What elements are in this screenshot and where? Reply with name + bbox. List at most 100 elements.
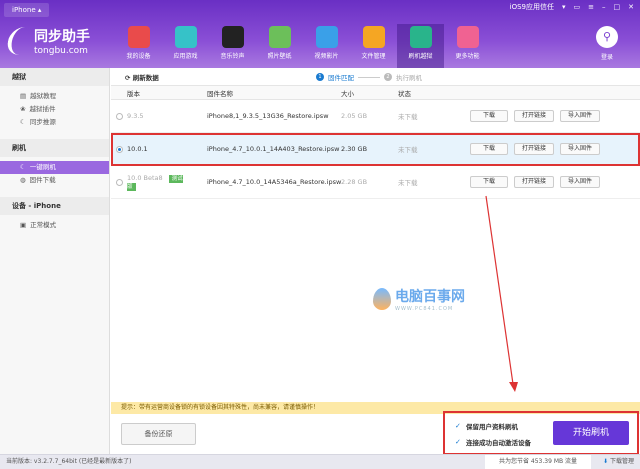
download-button[interactable]: 下载 <box>470 176 508 188</box>
import-firmware-button[interactable]: 导入固件 <box>560 143 600 155</box>
col-name: 固件名称 <box>207 89 233 98</box>
sidebar-item-icon: ◍ <box>20 176 26 184</box>
download-button[interactable]: 下载 <box>470 110 508 122</box>
watermark-text: 电脑百事网 <box>395 289 465 305</box>
refresh-button[interactable]: ⟳ 刷新数据 <box>125 72 159 82</box>
col-version: 版本 <box>127 89 140 98</box>
sidebar-item-icon: ☾ <box>20 118 26 126</box>
check-icon: ✓ <box>455 421 461 430</box>
nav-icon <box>456 26 479 48</box>
table-header: 版本 固件名称 大小 状态 <box>111 86 640 100</box>
row-radio[interactable] <box>116 112 123 120</box>
nav-item[interactable]: 视频影片 <box>303 24 350 68</box>
step-1-label: 固件匹配 <box>328 74 354 82</box>
login-button[interactable]: ⚲ 登录 <box>596 26 618 61</box>
version-cell: 9.3.5 <box>127 112 144 120</box>
flash-options: ✓ 保留用户资料刷机 ✓ 连接成功自动激活设备 开始刷机 <box>443 411 639 455</box>
auto-activate-checkbox[interactable]: ✓ 连接成功自动激活设备 <box>455 437 531 447</box>
download-button[interactable]: 下载 <box>470 143 508 155</box>
sidebar-item[interactable]: ☾ 同步推源 <box>0 116 109 129</box>
sidebar-item-label: 同步推源 <box>29 118 56 126</box>
backup-restore-button[interactable]: 备份还原 <box>121 423 196 445</box>
close-button[interactable]: ✕ <box>628 3 634 11</box>
import-firmware-button[interactable]: 导入固件 <box>560 110 600 122</box>
nav-item[interactable]: 文件管理 <box>350 24 397 68</box>
sidebar-item[interactable]: ☾ 一键刷机 <box>0 161 109 174</box>
step-indicator: 1 固件匹配 2 执行刷机 <box>316 72 422 82</box>
nav-label: 文件管理 <box>361 53 386 60</box>
nav-icon <box>315 26 338 48</box>
device-tab[interactable]: iPhone ▴ <box>4 3 50 17</box>
table-row[interactable]: 10.0.1 iPhone_4.7_10.0.1_14A403_Restore.… <box>111 133 640 166</box>
open-link-button[interactable]: 打开链接 <box>514 143 554 155</box>
shirt-icon[interactable]: ▾ <box>562 3 566 11</box>
nav-icon <box>127 26 150 48</box>
minimize-button[interactable]: – <box>602 3 606 11</box>
size-cell: 2.28 GB <box>341 178 368 186</box>
sidebar-item[interactable]: ❀ 越狱插件 <box>0 103 109 116</box>
status-cell: 未下载 <box>398 113 418 121</box>
sidebar-item-label: 越狱教程 <box>30 92 57 100</box>
nav-item[interactable]: 应用游戏 <box>162 24 209 68</box>
sidebar-item-icon: ▤ <box>20 92 27 100</box>
logo-text: 同步助手 <box>34 29 90 45</box>
firmware-name-cell: iPhone_4.7_10.0_14A5346a_Restore.ipsw <box>207 178 342 186</box>
sidebar-item-icon: ❀ <box>20 105 26 113</box>
nav-label: 音乐铃声 <box>220 53 245 60</box>
toolbar: ⟳ 刷新数据 1 固件匹配 2 执行刷机 <box>111 68 640 86</box>
size-cell: 2.30 GB <box>341 145 368 153</box>
sidebar-item-icon: ▣ <box>20 221 27 229</box>
sidebar-item[interactable]: ▤ 越狱教程 <box>0 90 109 103</box>
login-label: 登录 <box>600 54 613 61</box>
sidebar-item-label: 越狱插件 <box>29 105 56 113</box>
nav-label: 更多功能 <box>455 53 480 60</box>
nav-item[interactable]: 刷机越狱 <box>397 24 444 68</box>
firmware-name-cell: iPhone_4.7_10.0.1_14A403_Restore.ipsw <box>207 145 340 153</box>
open-link-button[interactable]: 打开链接 <box>514 176 554 188</box>
window-controls: iOS9应用信任 ▾ ▭ ≡ – □ ✕ <box>510 2 634 12</box>
status-cell: 未下载 <box>398 146 418 154</box>
check-icon: ✓ <box>455 437 461 446</box>
nav-label: 刷机越狱 <box>408 53 433 60</box>
start-flash-button[interactable]: 开始刷机 <box>553 421 629 445</box>
version-cell: 10.0 Beta8 <box>127 174 163 182</box>
nav-icon <box>268 26 291 48</box>
sidebar-section: 设备 - iPhone <box>0 197 109 215</box>
version-cell: 10.0.1 <box>127 145 148 153</box>
open-link-button[interactable]: 打开链接 <box>514 110 554 122</box>
logo-url: tongbu.com <box>34 46 88 56</box>
row-radio[interactable] <box>116 178 123 186</box>
nav-item[interactable]: 音乐铃声 <box>209 24 256 68</box>
keep-data-checkbox[interactable]: ✓ 保留用户资料刷机 <box>455 421 518 431</box>
download-manager-label: 下载管理 <box>609 458 634 465</box>
step-2-label: 执行刷机 <box>396 74 422 82</box>
sidebar-item-label: 正常模式 <box>30 221 57 229</box>
menu-icon[interactable]: ≡ <box>588 3 594 11</box>
nav-item[interactable]: 照片壁纸 <box>256 24 303 68</box>
ios9-trust-link[interactable]: iOS9应用信任 <box>510 2 554 12</box>
col-status: 状态 <box>398 89 411 98</box>
app-header: iPhone ▴ iOS9应用信任 ▾ ▭ ≡ – □ ✕ 同步助手 tongbu… <box>0 0 640 68</box>
sidebar-item-label: 一键刷机 <box>29 163 56 171</box>
table-row[interactable]: 10.0 Beta8 测试版 iPhone_4.7_10.0_14A5346a_R… <box>111 166 640 199</box>
maximize-button[interactable]: □ <box>614 3 621 11</box>
firmware-table: 9.3.5 iPhone8,1_9.3.5_13G36_Restore.ipsw… <box>111 100 640 199</box>
nav-icon <box>409 26 432 48</box>
nav-label: 我的设备 <box>126 53 151 60</box>
sidebar-section: 刷机 <box>0 139 109 157</box>
row-radio[interactable] <box>116 145 123 153</box>
step-divider <box>358 76 380 78</box>
feedback-icon[interactable]: ▭ <box>574 3 581 11</box>
saved-traffic: 共为您节省 453.39 MB 流量 <box>485 455 592 469</box>
sidebar-item[interactable]: ▣ 正常模式 <box>0 219 109 232</box>
download-manager-button[interactable]: ⬇ 下载管理 <box>603 455 634 469</box>
import-firmware-button[interactable]: 导入固件 <box>560 176 600 188</box>
nav-label: 应用游戏 <box>173 53 198 60</box>
step-2-icon: 2 <box>384 73 392 81</box>
step-1-icon: 1 <box>316 73 324 81</box>
nav-item[interactable]: 更多功能 <box>444 24 491 68</box>
sidebar-item[interactable]: ◍ 固件下载 <box>0 174 109 187</box>
nav-item[interactable]: 我的设备 <box>115 24 162 68</box>
refresh-label: 刷新数据 <box>132 73 159 82</box>
table-row[interactable]: 9.3.5 iPhone8,1_9.3.5_13G36_Restore.ipsw… <box>111 100 640 133</box>
